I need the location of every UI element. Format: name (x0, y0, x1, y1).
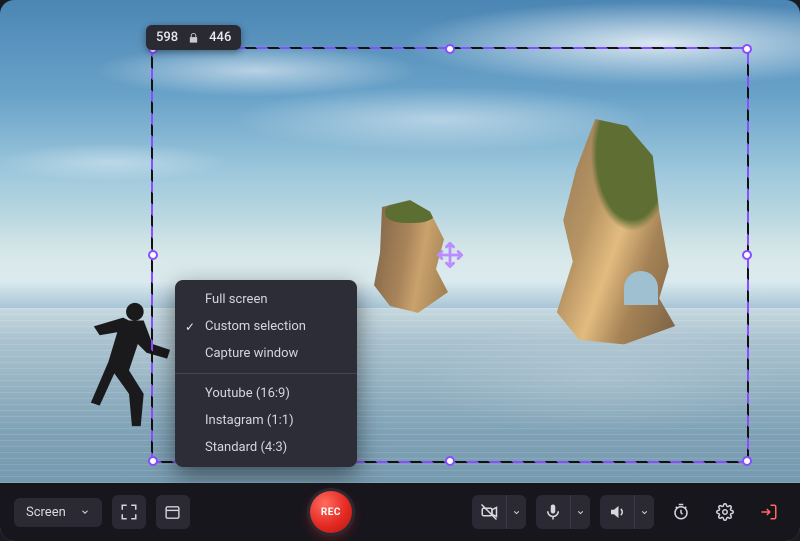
resize-handle-sw[interactable] (148, 456, 158, 466)
selection-width-value: 598 (156, 30, 178, 45)
menu-item-full-screen[interactable]: Full screen (175, 286, 357, 313)
resize-handle-ne[interactable] (742, 44, 752, 54)
microphone-toggle[interactable] (536, 495, 590, 529)
exit-button[interactable] (752, 495, 786, 529)
chevron-down-icon (80, 507, 90, 517)
lock-icon[interactable] (188, 32, 199, 44)
webcam-options-caret[interactable] (506, 495, 526, 529)
select-window-button[interactable] (156, 495, 190, 529)
menu-item-custom-selection[interactable]: ✓ Custom selection (175, 313, 357, 340)
resize-handle-se[interactable] (742, 456, 752, 466)
settings-button[interactable] (708, 495, 742, 529)
move-icon[interactable] (436, 241, 464, 269)
menu-separator (175, 373, 357, 374)
menu-item-preset-instagram[interactable]: Instagram (1:1) (175, 407, 357, 434)
recorder-toolbar: Screen REC (0, 483, 800, 541)
fullscreen-icon (120, 503, 138, 521)
menu-item-label: Full screen (205, 292, 268, 307)
timer-button[interactable] (664, 495, 698, 529)
menu-item-label: Custom selection (205, 319, 306, 334)
record-button[interactable]: REC (310, 491, 352, 533)
window-icon (164, 504, 181, 521)
selection-size-badge: 598 446 (146, 25, 241, 50)
system-audio-toggle[interactable] (600, 495, 654, 529)
exit-icon (760, 503, 778, 521)
source-dropdown[interactable]: Screen (14, 498, 102, 527)
webcam-off-icon (480, 503, 498, 521)
timer-icon (672, 503, 690, 521)
menu-item-capture-window[interactable]: Capture window (175, 340, 357, 367)
menu-item-preset-youtube[interactable]: Youtube (16:9) (175, 380, 357, 407)
resize-handle-s[interactable] (445, 456, 455, 466)
fullscreen-button[interactable] (112, 495, 146, 529)
resize-handle-n[interactable] (445, 44, 455, 54)
speaker-icon (608, 503, 626, 521)
system-audio-options-caret[interactable] (634, 495, 654, 529)
menu-item-label: Standard (4:3) (205, 440, 287, 455)
selection-height-value: 446 (209, 30, 231, 45)
resize-handle-e[interactable] (742, 250, 752, 260)
check-icon: ✓ (185, 320, 195, 334)
resize-handle-w[interactable] (148, 250, 158, 260)
capture-area-menu: Full screen ✓ Custom selection Capture w… (175, 280, 357, 467)
settings-icon (716, 503, 734, 521)
source-dropdown-label: Screen (26, 505, 66, 520)
menu-item-preset-standard[interactable]: Standard (4:3) (175, 434, 357, 461)
mic-on-icon (544, 503, 562, 521)
menu-item-label: Youtube (16:9) (205, 386, 290, 401)
menu-item-label: Instagram (1:1) (205, 413, 294, 428)
microphone-options-caret[interactable] (570, 495, 590, 529)
webcam-toggle[interactable] (472, 495, 526, 529)
menu-item-label: Capture window (205, 346, 298, 361)
record-button-label: REC (321, 507, 341, 518)
